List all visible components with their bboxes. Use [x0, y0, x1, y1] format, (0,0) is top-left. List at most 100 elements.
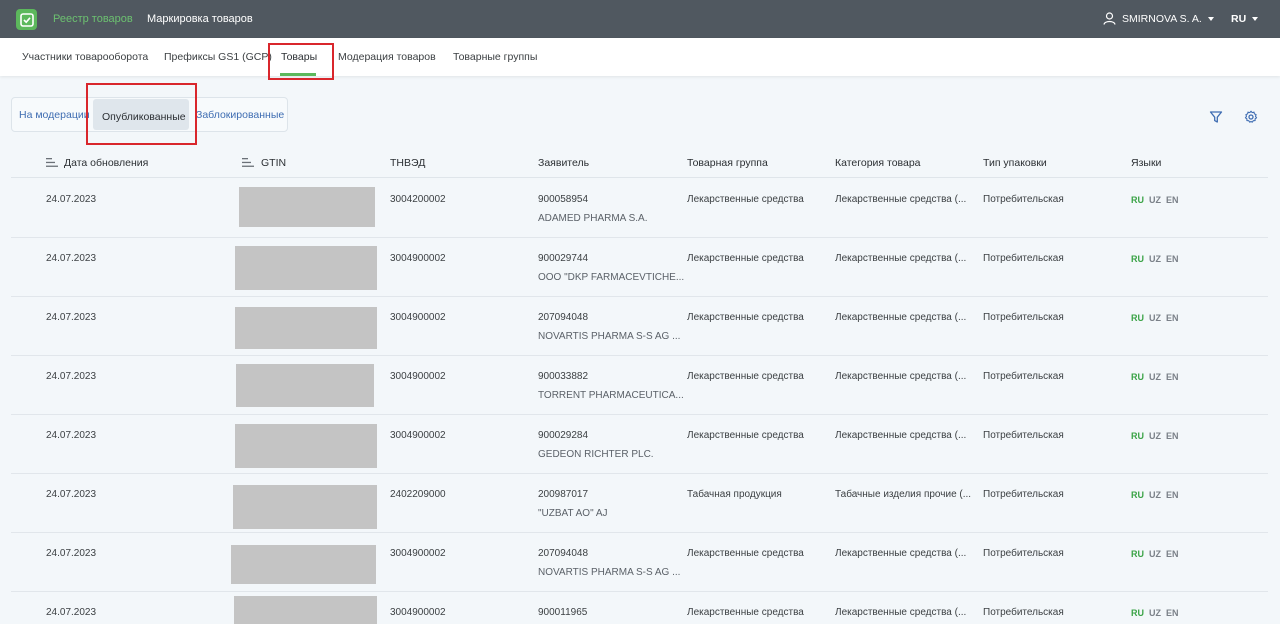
- redacted-gtin: [233, 485, 377, 529]
- row-applicant-tin: 900029284: [538, 430, 589, 441]
- table-row[interactable]: 24.07.2023 3004900002 900029744 OOO "DKP…: [11, 238, 1268, 297]
- lang-ru: RU: [1131, 372, 1144, 382]
- row-tnved: 3004900002: [390, 253, 446, 264]
- row-date: 24.07.2023: [46, 371, 97, 382]
- redacted-gtin: [235, 246, 377, 290]
- section-tabs: Участники товарооборота Префиксы GS1 (GC…: [0, 38, 1280, 76]
- table-row[interactable]: 24.07.2023 3004900002 207094048 NOVARTIS…: [11, 533, 1268, 592]
- lang-uz: UZ: [1149, 490, 1161, 500]
- tab-gs1-prefixes[interactable]: Префиксы GS1 (GCP): [164, 51, 272, 63]
- row-tnved: 3004900002: [390, 607, 446, 618]
- user-name: SMIRNOVA S. A.: [1122, 12, 1202, 25]
- row-languages: RU UZ EN: [1131, 431, 1179, 441]
- row-applicant-tin: 900029744: [538, 253, 589, 264]
- status-tab-on-moderation[interactable]: На модерации: [19, 109, 90, 121]
- lang-ru: RU: [1131, 490, 1144, 500]
- column-header-date[interactable]: Дата обновления: [64, 157, 148, 169]
- row-applicant-tin: 900011965: [538, 607, 588, 618]
- row-tnved: 3004900002: [390, 548, 446, 559]
- column-header-applicant: Заявитель: [538, 157, 590, 169]
- highlight-box-products-tab: [268, 43, 334, 80]
- redacted-gtin: [235, 424, 377, 468]
- table-row[interactable]: 24.07.2023 3004900002 900029284 GEDEON R…: [11, 415, 1268, 474]
- row-product-group: Лекарственные средства: [687, 607, 804, 618]
- row-tnved: 3004900002: [390, 312, 446, 323]
- row-applicant-name: NOVARTIS PHARMA S-S AG ...: [538, 331, 681, 342]
- filter-icon[interactable]: [1209, 110, 1223, 124]
- row-applicant-name: OOO "DKP FARMACEVTICHE...: [538, 272, 685, 283]
- table-row[interactable]: 24.07.2023 2402209000 200987017 "UZBAT A…: [11, 474, 1268, 533]
- lang-uz: UZ: [1149, 195, 1161, 205]
- row-product-group: Лекарственные средства: [687, 253, 804, 264]
- row-languages: RU UZ EN: [1131, 372, 1179, 382]
- tab-participants[interactable]: Участники товарооборота: [22, 51, 148, 63]
- row-package-type: Потребительская: [983, 253, 1064, 264]
- nav-marking-link[interactable]: Маркировка товаров: [147, 13, 253, 25]
- row-category: Лекарственные средства (...: [835, 607, 967, 618]
- row-package-type: Потребительская: [983, 607, 1064, 618]
- tab-product-moderation[interactable]: Модерация товаров: [338, 51, 436, 63]
- chevron-down-icon: [1207, 16, 1214, 21]
- table-row[interactable]: 24.07.2023 3004900002 900033882 TORRENT …: [11, 356, 1268, 415]
- redacted-gtin: [235, 307, 377, 349]
- redacted-gtin: [231, 545, 376, 584]
- sort-lines-icon[interactable]: [46, 158, 58, 167]
- sort-lines-icon[interactable]: [242, 158, 254, 167]
- status-tab-blocked[interactable]: Заблокированные: [196, 109, 284, 121]
- lang-uz: UZ: [1149, 372, 1161, 382]
- row-category: Лекарственные средства (...: [835, 430, 967, 441]
- lang-en: EN: [1166, 254, 1179, 264]
- row-product-group: Лекарственные средства: [687, 430, 804, 441]
- chevron-down-icon: [1252, 17, 1259, 21]
- redacted-gtin: [234, 596, 377, 624]
- row-date: 24.07.2023: [46, 312, 97, 323]
- row-applicant-name: TORRENT PHARMACEUTICA...: [538, 390, 684, 401]
- row-product-group: Табачная продукция: [687, 489, 782, 500]
- table-row[interactable]: 24.07.2023 3004900002 207094048 NOVARTIS…: [11, 297, 1268, 356]
- lang-uz: UZ: [1149, 313, 1161, 323]
- row-applicant-tin: 207094048: [538, 548, 589, 559]
- row-languages: RU UZ EN: [1131, 549, 1179, 559]
- row-languages: RU UZ EN: [1131, 195, 1179, 205]
- row-applicant-name: NOVARTIS PHARMA S-S AG ...: [538, 567, 681, 578]
- table-header: Дата обновления GTIN ТНВЭД Заявитель Тов…: [11, 146, 1268, 178]
- row-category: Лекарственные средства (...: [835, 253, 967, 264]
- lang-ru: RU: [1131, 195, 1144, 205]
- lang-uz: UZ: [1149, 549, 1161, 559]
- table-row[interactable]: 24.07.2023 3004900002 900011965 Лекарств…: [11, 592, 1268, 624]
- row-languages: RU UZ EN: [1131, 313, 1179, 323]
- language-selector[interactable]: RU: [1231, 13, 1259, 25]
- row-date: 24.07.2023: [46, 489, 97, 500]
- redacted-gtin: [239, 187, 375, 227]
- row-package-type: Потребительская: [983, 489, 1064, 500]
- column-header-languages: Языки: [1131, 157, 1162, 169]
- row-date: 24.07.2023: [46, 194, 97, 205]
- row-category: Лекарственные средства (...: [835, 548, 967, 559]
- row-product-group: Лекарственные средства: [687, 371, 804, 382]
- language-label: RU: [1231, 13, 1247, 25]
- row-product-group: Лекарственные средства: [687, 312, 804, 323]
- checkbox-logo-icon[interactable]: [16, 9, 37, 30]
- row-applicant-name: ADAMED PHARMA S.A.: [538, 213, 648, 224]
- row-date: 24.07.2023: [46, 430, 97, 441]
- row-languages: RU UZ EN: [1131, 254, 1179, 264]
- nav-registry-link[interactable]: Реестр товаров: [53, 13, 133, 25]
- table-row[interactable]: 24.07.2023 3004200002 900058954 ADAMED P…: [11, 179, 1268, 238]
- row-package-type: Потребительская: [983, 312, 1064, 323]
- column-header-gtin[interactable]: GTIN: [261, 157, 286, 169]
- row-applicant-name: GEDEON RICHTER PLC.: [538, 449, 654, 460]
- row-category: Лекарственные средства (...: [835, 312, 967, 323]
- row-package-type: Потребительская: [983, 371, 1064, 382]
- row-product-group: Лекарственные средства: [687, 194, 804, 205]
- column-header-package-type: Тип упаковки: [983, 157, 1047, 169]
- row-tnved: 3004200002: [390, 194, 446, 205]
- row-languages: RU UZ EN: [1131, 490, 1179, 500]
- row-product-group: Лекарственные средства: [687, 548, 804, 559]
- gear-icon[interactable]: [1244, 110, 1258, 124]
- user-menu[interactable]: SMIRNOVA S. A.: [1103, 12, 1214, 25]
- row-package-type: Потребительская: [983, 194, 1064, 205]
- lang-en: EN: [1166, 431, 1179, 441]
- row-date: 24.07.2023: [46, 548, 97, 559]
- lang-ru: RU: [1131, 549, 1144, 559]
- tab-product-groups[interactable]: Товарные группы: [453, 51, 537, 63]
